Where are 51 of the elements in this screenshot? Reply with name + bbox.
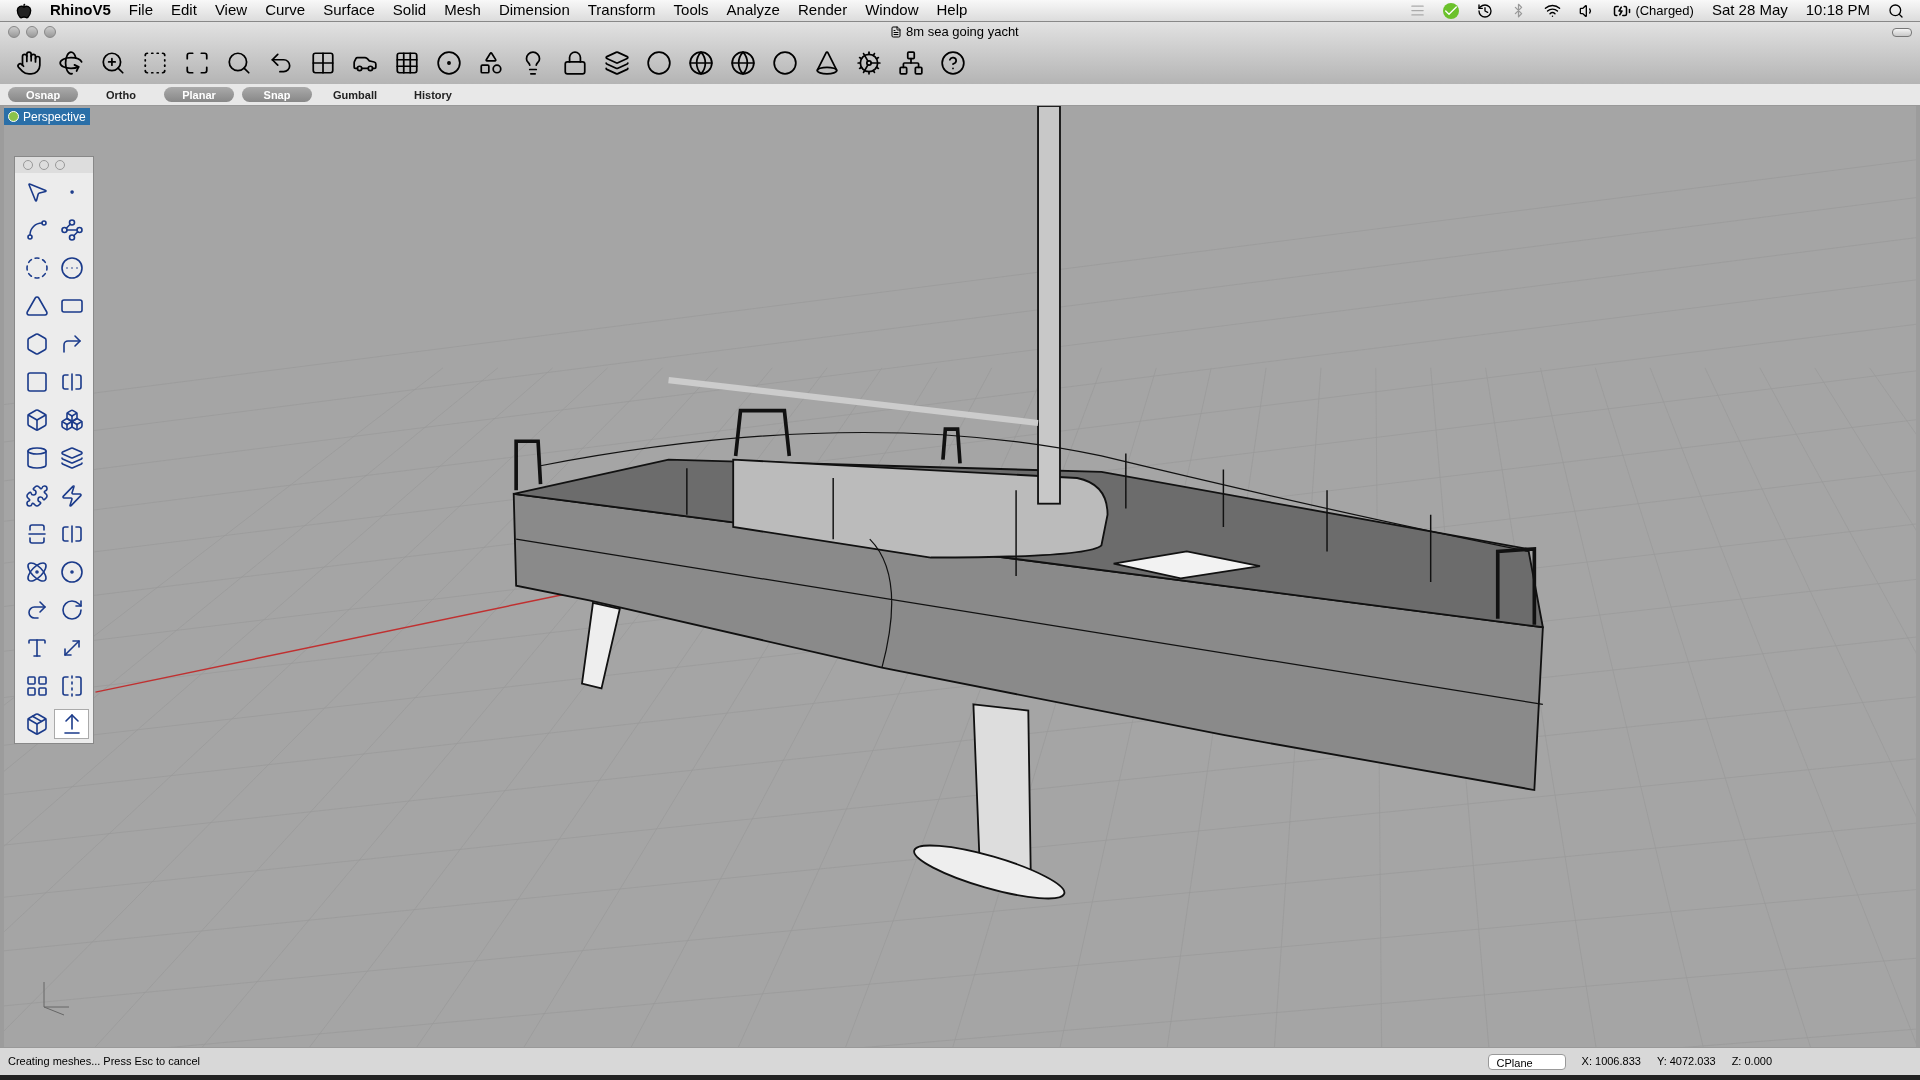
menu-date: Sat 28 May xyxy=(1711,0,1788,21)
perspective-viewport[interactable]: Perspective xyxy=(4,106,1916,1047)
y-coordinate: Y: 4072.033 xyxy=(1656,1054,1716,1070)
time-machine-icon[interactable] xyxy=(1477,2,1494,19)
menu-item[interactable]: Analyze xyxy=(726,0,780,22)
cone-icon[interactable] xyxy=(814,50,840,76)
mode-toggle[interactable]: Gumball xyxy=(320,87,390,102)
menu-item[interactable]: File xyxy=(128,0,153,22)
lock-icon[interactable] xyxy=(562,50,588,76)
menu-item[interactable]: Help xyxy=(936,0,968,22)
battery-status: (Charged) xyxy=(1635,1,1694,20)
menu-item[interactable]: Tools xyxy=(673,0,709,22)
mode-toggle[interactable]: Ortho xyxy=(86,87,156,102)
app-menu[interactable]: RhinoV5 xyxy=(50,0,111,22)
gear-icon[interactable] xyxy=(856,50,882,76)
rotate-icon[interactable] xyxy=(58,50,84,76)
menu-item[interactable]: Dimension xyxy=(498,0,570,22)
menu-item[interactable]: View xyxy=(214,0,248,22)
toolbar-button[interactable] xyxy=(1892,27,1912,37)
shapes-icon[interactable] xyxy=(478,50,504,76)
zoom-extents-icon[interactable] xyxy=(184,50,210,76)
layers-icon[interactable] xyxy=(604,50,630,76)
status-message: Creating meshes... Press Esc to cancel xyxy=(8,1054,200,1070)
check-icon[interactable] xyxy=(1443,2,1460,19)
wifi-icon[interactable] xyxy=(1544,2,1562,19)
viewport-layout-icon[interactable] xyxy=(310,50,336,76)
apple-icon[interactable] xyxy=(16,2,32,19)
search-icon[interactable] xyxy=(1888,2,1904,19)
viewport-tab[interactable]: Perspective xyxy=(4,108,90,125)
menu-item[interactable]: Transform xyxy=(587,0,656,22)
z-coordinate: Z: 0.000 xyxy=(1731,1054,1772,1070)
menu-item[interactable]: Surface xyxy=(323,0,375,22)
menu-item[interactable]: Curve xyxy=(265,0,306,22)
zoom-window-icon[interactable] xyxy=(142,50,168,76)
menu-item[interactable]: Solid xyxy=(392,0,427,22)
zoom-in-icon[interactable] xyxy=(100,50,126,76)
cplane-dropdown[interactable]: CPlane xyxy=(1487,1053,1566,1070)
help-icon[interactable] xyxy=(940,50,966,76)
window-title: 8m sea going yacht xyxy=(906,23,1019,42)
mode-toggle[interactable]: History xyxy=(398,87,468,102)
x-coordinate: X: 1006.833 xyxy=(1581,1054,1641,1070)
document-icon xyxy=(890,26,902,38)
grid-icon[interactable] xyxy=(394,50,420,76)
globe-icon[interactable] xyxy=(688,50,714,76)
menu-item[interactable]: Window xyxy=(865,0,919,22)
menu-clock: 10:18 PM xyxy=(1805,0,1870,21)
menu-item[interactable]: Edit xyxy=(171,0,197,22)
menu-item[interactable]: Render xyxy=(797,0,848,22)
sphere-icon[interactable] xyxy=(772,50,798,76)
menu-item[interactable]: Mesh xyxy=(444,0,481,22)
hand-icon[interactable] xyxy=(16,50,42,76)
